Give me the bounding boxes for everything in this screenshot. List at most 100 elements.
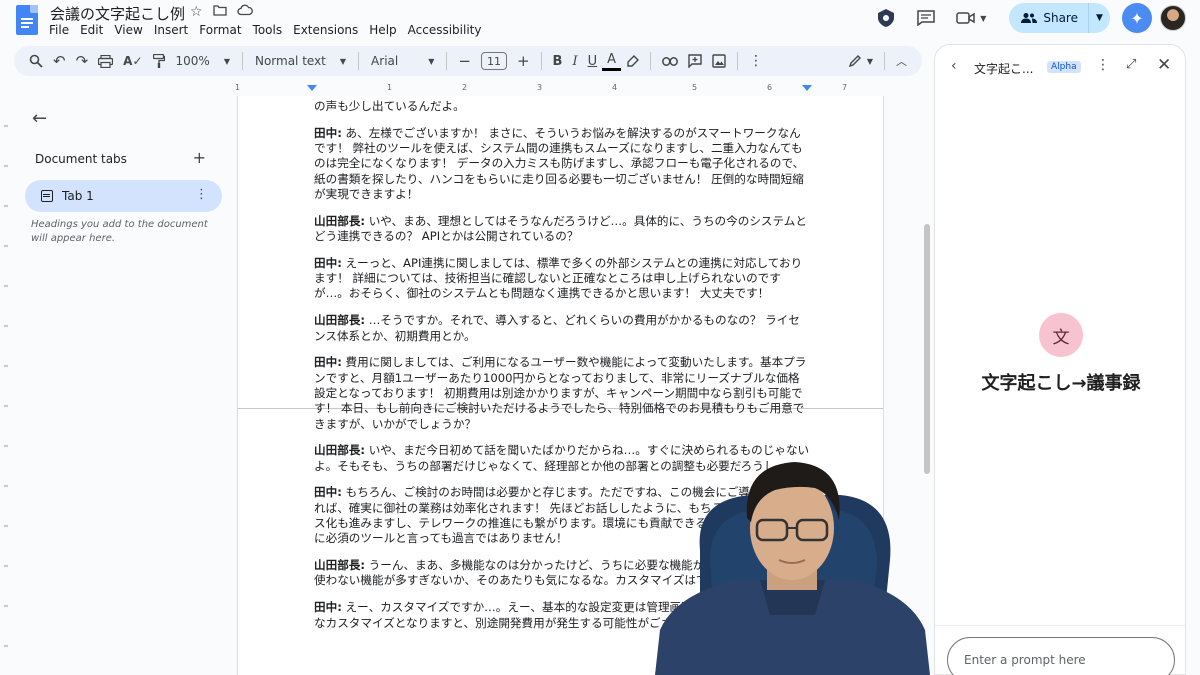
panel-title: 文字起こ...: [974, 62, 1034, 76]
menu-extensions[interactable]: Extensions: [293, 23, 365, 37]
menu-file[interactable]: File: [49, 23, 76, 37]
menu-accessibility[interactable]: Accessibility: [408, 23, 489, 37]
menu-tools[interactable]: Tools: [253, 23, 290, 37]
redo-icon[interactable]: ↷: [71, 49, 94, 73]
collapse-menus-chevron-up-icon[interactable]: ︿: [891, 49, 912, 73]
menu-edit[interactable]: Edit: [80, 23, 110, 37]
ruler-tick: 7: [842, 83, 848, 92]
title-icons: ☆: [190, 4, 253, 20]
share-dropdown-chevron-icon[interactable]: ▼: [1088, 3, 1110, 33]
style-chevron-down-icon: ▼: [339, 56, 347, 66]
close-outline-arrow-icon[interactable]: ←: [32, 108, 47, 129]
gemini-side-panel: ‹ 文字起こ... Alpha ⋮ ⤢ ✕ 文 文字起こし→議事録: [934, 44, 1186, 675]
toolbar-divider: [650, 52, 652, 70]
gem-heading: 文字起こし→議事録: [981, 373, 1141, 394]
menu-help[interactable]: Help: [369, 23, 403, 37]
zoom-select[interactable]: 100% ▼: [170, 49, 236, 73]
font-value: Arial: [371, 54, 399, 68]
font-size-value: 11: [480, 52, 507, 70]
add-comment-icon[interactable]: [683, 49, 707, 73]
document-tab-icon: [41, 190, 53, 202]
toolbar-divider: [358, 52, 360, 70]
header-actions: ▼ Share ▼ ✦: [861, 2, 1200, 34]
panel-more-options-icon[interactable]: ⋮: [1096, 57, 1110, 73]
toolbar-divider: [241, 52, 243, 70]
document-tabs-sidebar: ← Document tabs + Tab 1 ⋮ Headings you a…: [14, 96, 236, 675]
menu-format[interactable]: Format: [199, 23, 248, 37]
meet-video-icon[interactable]: ▼: [951, 3, 991, 33]
menu-view[interactable]: View: [114, 23, 149, 37]
font-size-field[interactable]: 11: [476, 49, 512, 73]
editing-mode-chevron-down-icon: ▼: [866, 56, 873, 66]
gemini-sparkle-icon[interactable]: ✦: [1122, 3, 1152, 33]
ruler-tick: 4: [612, 83, 618, 92]
editing-mode-icon[interactable]: ▼: [844, 49, 878, 73]
horizontal-ruler[interactable]: 1 1 2 3 4 5 6 7: [235, 80, 883, 96]
panel-divider: [935, 625, 1185, 626]
text-color-icon[interactable]: A: [602, 51, 622, 71]
spellcheck-icon[interactable]: A✓: [118, 49, 147, 73]
paragraph: 田中: えーっと、API連携に関しましては、標準で多くの外部システムとの連携に対…: [314, 255, 803, 301]
speaker-label: 山田部長:: [314, 313, 366, 328]
zoom-chevron-down-icon: ▼: [223, 56, 230, 66]
toolbar-divider: [884, 52, 885, 70]
document-tabs-heading: Document tabs: [35, 152, 127, 166]
tab-1[interactable]: Tab 1 ⋮: [25, 180, 222, 212]
speaker-label: 田中:: [314, 125, 342, 140]
back-chevron-icon[interactable]: ‹: [951, 58, 957, 74]
speaker-label: 田中:: [314, 485, 342, 500]
ruler-tick: 1: [235, 83, 241, 92]
insert-image-icon[interactable]: [707, 49, 731, 73]
comments-icon[interactable]: [911, 3, 941, 33]
speaker-label: 田中:: [314, 255, 342, 270]
paragraph-style-select[interactable]: Normal text ▼: [249, 49, 352, 73]
ruler-tick: 6: [767, 83, 773, 92]
font-select[interactable]: Arial ▼: [365, 49, 440, 73]
user-avatar[interactable]: [1160, 5, 1186, 31]
toolbar-divider: [737, 52, 739, 70]
vertical-ruler[interactable]: [0, 96, 10, 675]
security-badge-icon[interactable]: [871, 3, 901, 33]
alpha-badge: Alpha: [1047, 61, 1081, 73]
decrease-font-size-icon[interactable]: −: [453, 49, 476, 73]
tab-options-icon[interactable]: ⋮: [195, 187, 208, 202]
speaker-label: 山田部長:: [314, 558, 366, 573]
paragraph: 田中: あ、左様でございますか！ まさに、そういうお悩みを解決するのがスマートワ…: [314, 125, 805, 201]
ruler-tick: 3: [537, 83, 543, 92]
undo-icon[interactable]: ↶: [48, 49, 71, 73]
toolbar-divider: [446, 52, 448, 70]
more-options-icon[interactable]: ⋮: [744, 49, 768, 73]
close-icon[interactable]: ✕: [1157, 55, 1171, 75]
gem-avatar-icon: 文: [1039, 313, 1083, 357]
paragraph: 山田部長: …そうですか。それで、導入すると、どれくらいの費用がかかるものなの？…: [314, 313, 800, 343]
document-title[interactable]: 会議の文字起こし例: [50, 3, 185, 24]
cloud-status-icon[interactable]: [236, 4, 253, 20]
docs-logo-icon[interactable]: [16, 5, 38, 35]
insert-link-icon[interactable]: [657, 49, 683, 73]
italic-icon[interactable]: I: [567, 49, 582, 73]
ruler-tick: 2: [462, 83, 468, 92]
underline-icon[interactable]: U: [583, 49, 603, 73]
ruler-tick: 1: [387, 83, 393, 92]
zoom-value: 100%: [175, 54, 210, 68]
star-icon[interactable]: ☆: [190, 4, 203, 20]
right-indent-marker[interactable]: [802, 85, 812, 91]
left-indent-marker[interactable]: [307, 85, 317, 91]
menu-insert[interactable]: Insert: [154, 23, 195, 37]
expand-icon[interactable]: ⤢: [1126, 57, 1136, 72]
paint-format-icon[interactable]: [148, 49, 170, 73]
share-button-group: Share ▼: [1009, 3, 1110, 33]
menu-bar: File Edit View Insert Format Tools Exten…: [49, 23, 492, 37]
bold-icon[interactable]: B: [548, 49, 568, 73]
add-tab-icon[interactable]: +: [193, 148, 206, 167]
speaker-label: 田中:: [314, 600, 342, 615]
increase-font-size-icon[interactable]: +: [512, 49, 535, 73]
share-button[interactable]: Share: [1009, 3, 1088, 33]
prompt-input[interactable]: [947, 637, 1175, 675]
document-scrollbar[interactable]: [924, 224, 930, 474]
search-menus-icon[interactable]: [24, 49, 48, 73]
move-folder-icon[interactable]: [212, 4, 227, 20]
title-bar: 会議の文字起こし例 ☆ File Edit View Insert Format…: [0, 0, 1200, 44]
highlight-color-icon[interactable]: [621, 49, 644, 73]
print-icon[interactable]: [93, 49, 118, 73]
